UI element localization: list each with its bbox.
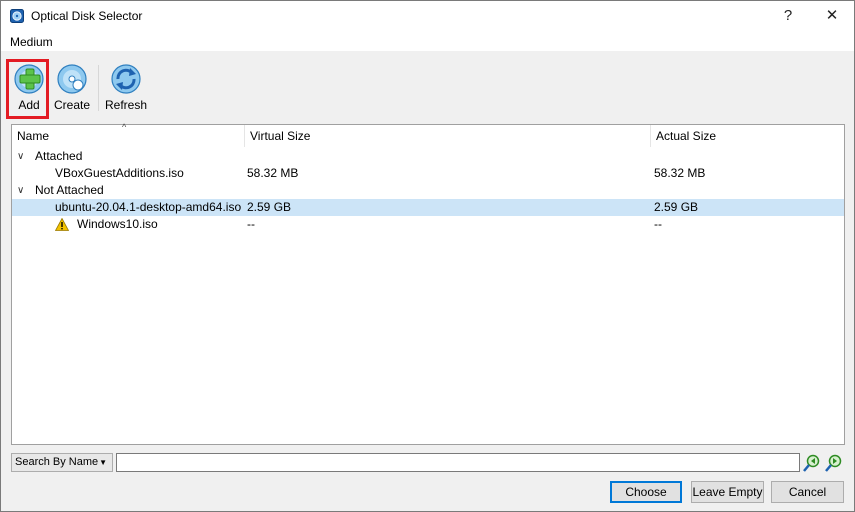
add-button-highlight (6, 59, 49, 119)
create-disk-icon (57, 64, 87, 94)
search-mode-select[interactable]: Search By Name ▼ (11, 453, 113, 472)
leave-empty-button[interactable]: Leave Empty (691, 481, 764, 503)
chevron-down-icon: ▼ (99, 458, 107, 467)
toolbar-separator (98, 65, 99, 111)
menu-bar: Medium (1, 31, 854, 51)
refresh-button[interactable]: Refresh (103, 63, 149, 115)
cancel-button[interactable]: Cancel (771, 481, 844, 503)
chevron-down-icon[interactable]: ∨ (17, 182, 24, 199)
table-row[interactable]: VBoxGuestAdditions.iso 58.32 MB 58.32 MB (12, 165, 844, 182)
window-title: Optical Disk Selector (31, 9, 143, 23)
group-label: Not Attached (35, 183, 104, 197)
sort-ascending-icon: ^ (122, 122, 127, 132)
title-bar: Optical Disk Selector ? ✕ (1, 1, 854, 31)
refresh-icon (111, 64, 141, 94)
medium-name: VBoxGuestAdditions.iso (55, 166, 184, 180)
column-header-virtual-size[interactable]: Virtual Size (245, 125, 650, 147)
search-bar: Search By Name ▼ (11, 453, 845, 473)
actual-size-cell: 2.59 GB (654, 200, 699, 214)
create-label: Create (53, 98, 91, 112)
group-label: Attached (35, 149, 83, 163)
group-row-not-attached[interactable]: ∨ Not Attached (12, 182, 844, 199)
choose-button[interactable]: Choose (610, 481, 682, 503)
menu-medium[interactable]: Medium (10, 35, 53, 49)
search-mode-value: Search By Name (15, 456, 99, 468)
warning-icon (55, 218, 69, 231)
actual-size-cell: 58.32 MB (654, 166, 706, 180)
chevron-down-icon[interactable]: ∨ (17, 148, 24, 165)
tree-header: Name ^ Virtual Size Actual Size (12, 122, 844, 147)
virtual-size-cell: 2.59 GB (247, 200, 292, 214)
create-button[interactable]: Create (49, 63, 95, 115)
column-header-actual-size[interactable]: Actual Size (651, 125, 844, 147)
search-forward-icon[interactable] (824, 453, 844, 473)
table-row-selected[interactable]: ubuntu-20.04.1-desktop-amd64.iso 2.59 GB… (12, 199, 844, 216)
medium-name: ubuntu-20.04.1-desktop-amd64.iso (55, 199, 242, 216)
actual-size-cell: -- (654, 217, 662, 231)
toolbar: Add Create Refresh (1, 51, 854, 121)
table-row[interactable]: Windows10.iso -- -- (12, 216, 844, 233)
virtualbox-disk-icon (10, 9, 24, 23)
search-input[interactable] (116, 453, 800, 472)
medium-tree[interactable]: Name ^ Virtual Size Actual Size ∨ Attach… (11, 122, 845, 445)
group-row-attached[interactable]: ∨ Attached (12, 148, 844, 165)
close-button[interactable]: ✕ (810, 1, 854, 31)
help-button[interactable]: ? (766, 1, 810, 31)
optical-disk-selector-window: Optical Disk Selector ? ✕ Medium Add Cre… (0, 0, 855, 512)
column-header-name[interactable]: Name (12, 125, 244, 147)
virtual-size-cell: -- (247, 217, 255, 231)
search-backward-icon[interactable] (802, 453, 822, 473)
refresh-label: Refresh (104, 98, 148, 112)
medium-name: Windows10.iso (77, 217, 158, 231)
virtual-size-cell: 58.32 MB (247, 166, 299, 180)
